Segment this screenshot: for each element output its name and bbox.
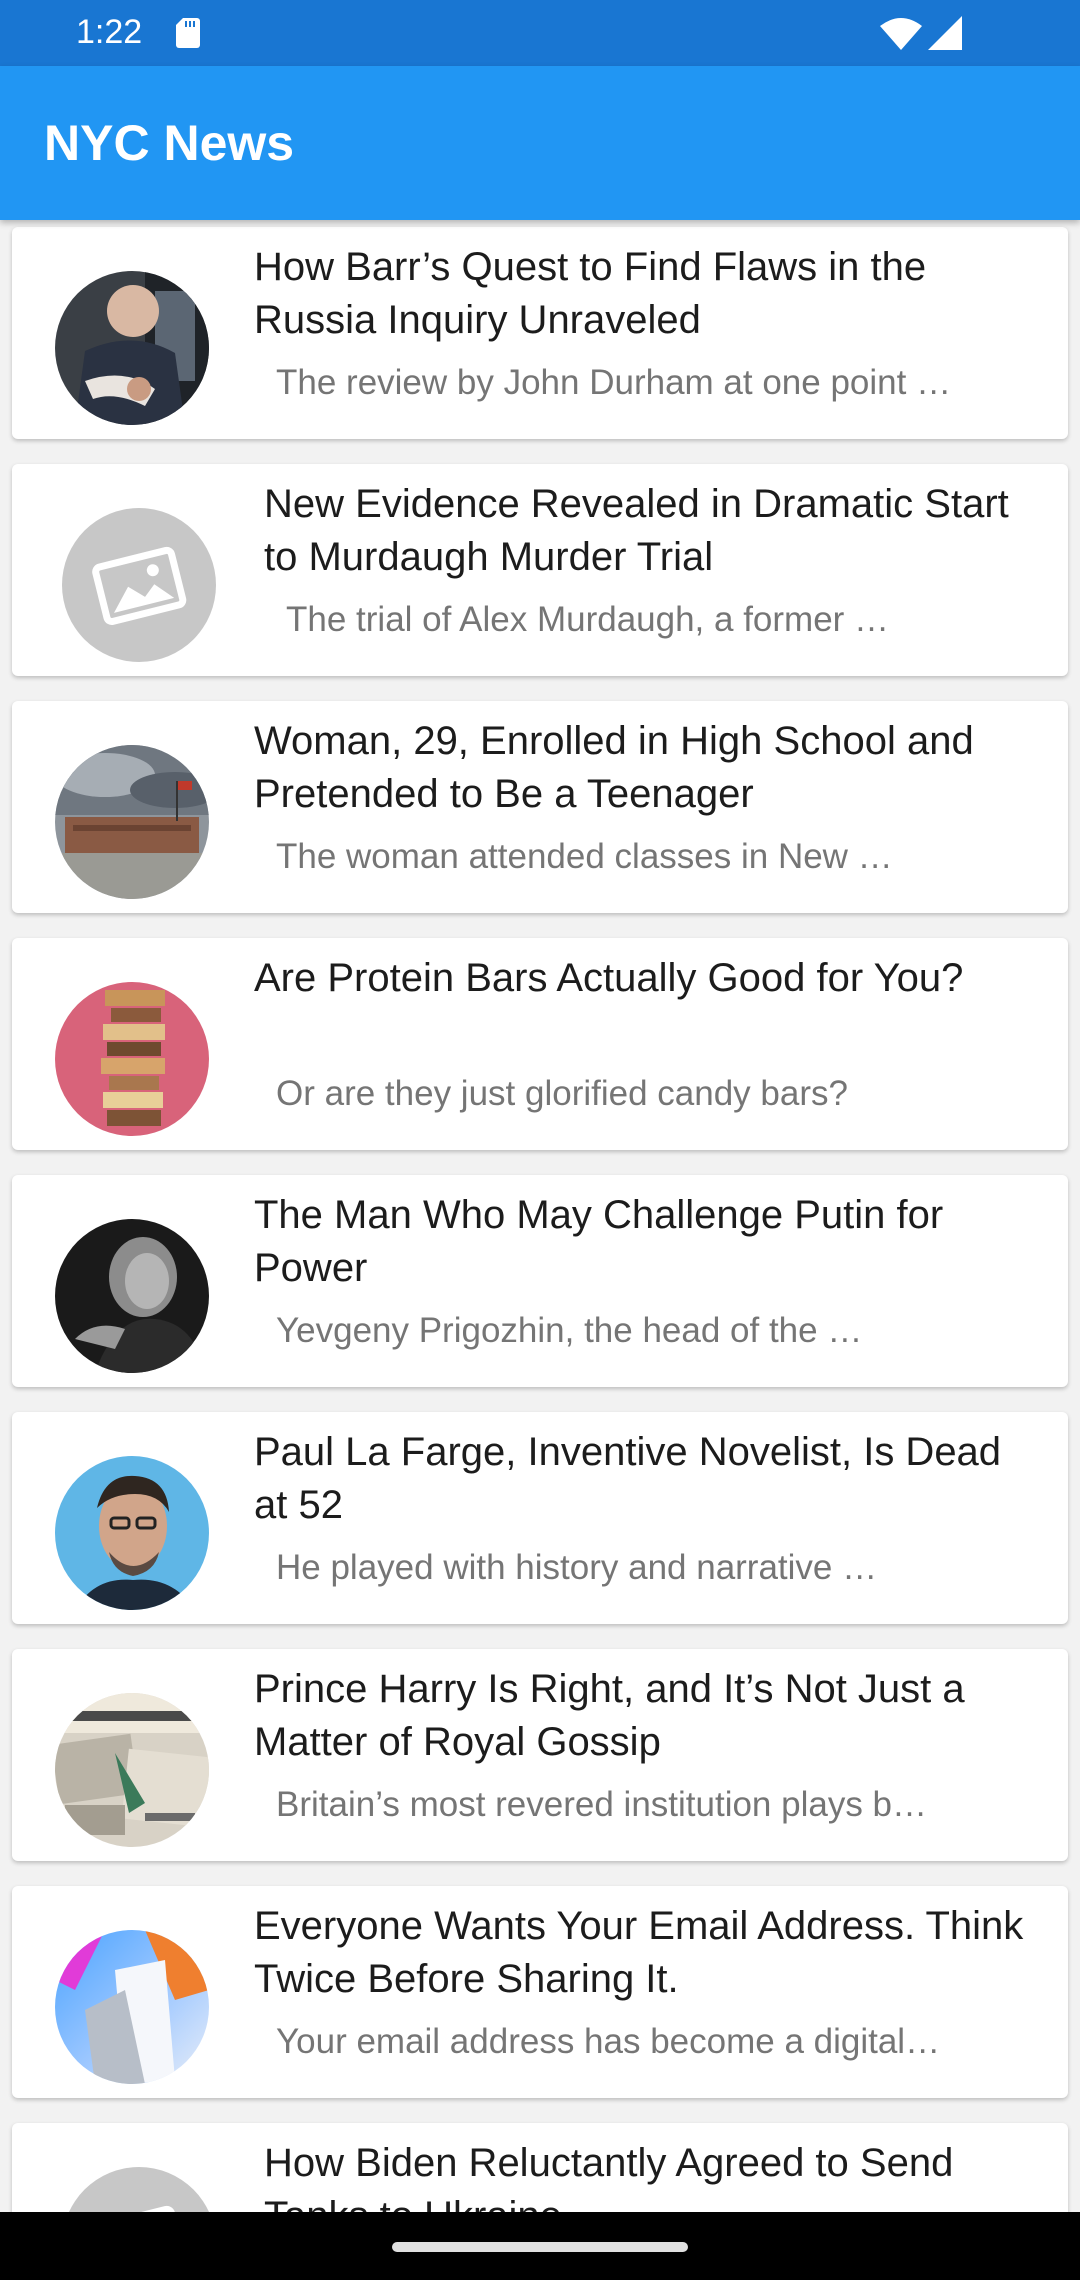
placeholder-image-icon <box>62 2167 216 2212</box>
article-thumbnail <box>55 982 209 1136</box>
article-summary: The review by John Durham at one point … <box>276 363 952 402</box>
app-bar: NYC News <box>0 66 1080 220</box>
article-card[interactable]: New Evidence Revealed in Dramatic Start … <box>12 464 1068 676</box>
article-summary: The woman attended classes in New … <box>276 837 893 876</box>
article-card[interactable]: Prince Harry Is Right, and It’s Not Just… <box>12 1649 1068 1861</box>
placeholder-image-icon <box>62 508 216 662</box>
article-title: Prince Harry Is Right, and It’s Not Just… <box>254 1667 965 1764</box>
article-title: Everyone Wants Your Email Address. Think… <box>254 1904 1024 2001</box>
article-title: New Evidence Revealed in Dramatic Start … <box>264 482 1009 579</box>
article-card[interactable]: The Man Who May Challenge Putin for Powe… <box>12 1175 1068 1387</box>
article-title: Woman, 29, Enrolled in High School and P… <box>254 719 974 816</box>
article-card[interactable]: Everyone Wants Your Email Address. Think… <box>12 1886 1068 2098</box>
article-card[interactable]: Woman, 29, Enrolled in High School and P… <box>12 701 1068 913</box>
navigation-bar <box>0 2212 1080 2280</box>
article-thumbnail <box>55 1693 209 1847</box>
article-thumbnail <box>55 1219 209 1373</box>
article-title: Paul La Farge, Inventive Novelist, Is De… <box>254 1430 1002 1527</box>
article-card[interactable]: Paul La Farge, Inventive Novelist, Is De… <box>12 1412 1068 1624</box>
article-thumbnail <box>55 271 209 425</box>
article-list[interactable]: How Barr’s Quest to Find Flaws in the Ru… <box>0 220 1080 2212</box>
article-thumbnail <box>55 1456 209 1610</box>
article-summary: Britain’s most revered institution plays… <box>276 1785 928 1824</box>
article-summary: Yevgeny Prigozhin, the head of the … <box>276 1311 863 1350</box>
article-title: How Biden Reluctantly Agreed to Send Tan… <box>264 2141 954 2212</box>
home-gesture-handle[interactable] <box>392 2242 688 2252</box>
article-summary: Or are they just glorified candy bars? <box>276 1074 848 1113</box>
article-thumbnail <box>55 1930 209 2084</box>
article-title: The Man Who May Challenge Putin for Powe… <box>254 1193 944 1290</box>
wifi-icon <box>880 18 922 50</box>
article-card[interactable]: How Barr’s Quest to Find Flaws in the Ru… <box>12 227 1068 439</box>
article-summary: Your email address has become a digital… <box>276 2022 941 2061</box>
sd-card-icon <box>176 18 200 48</box>
signal-icon <box>928 16 962 50</box>
article-summary: The trial of Alex Murdaugh, a former … <box>286 600 890 639</box>
app-title: NYC News <box>44 115 295 171</box>
article-card[interactable]: Are Protein Bars Actually Good for You? … <box>12 938 1068 1150</box>
status-time: 1:22 <box>76 13 143 51</box>
article-summary: He played with history and narrative … <box>276 1548 878 1587</box>
article-title: How Barr’s Quest to Find Flaws in the Ru… <box>254 245 927 342</box>
article-title: Are Protein Bars Actually Good for You? <box>254 956 964 1000</box>
article-card[interactable]: How Biden Reluctantly Agreed to Send Tan… <box>12 2123 1068 2212</box>
status-bar: 1:22 <box>0 0 1080 66</box>
article-thumbnail <box>55 745 209 899</box>
